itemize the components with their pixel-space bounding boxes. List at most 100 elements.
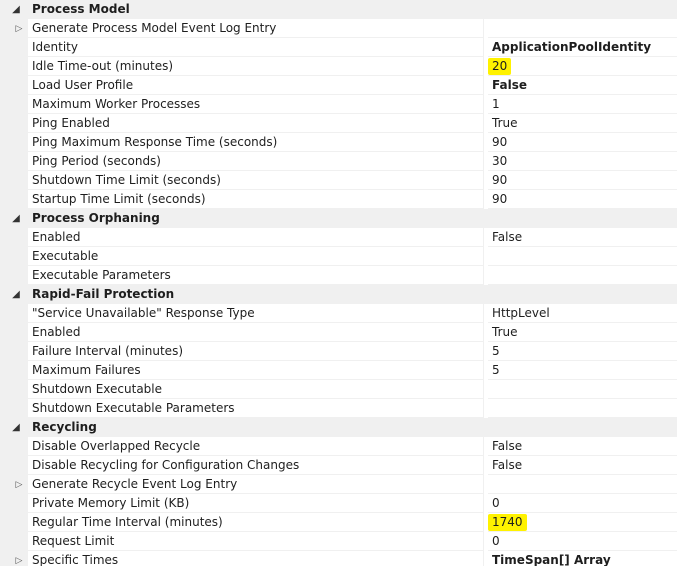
property-value[interactable]: 5 (488, 342, 677, 361)
property-name: Shutdown Executable Parameters (28, 399, 484, 418)
row-gutter (0, 323, 28, 342)
property-value[interactable]: False (488, 437, 677, 456)
row-gutter (0, 152, 28, 171)
property-name: Generate Process Model Event Log Entry (28, 19, 484, 38)
property-value[interactable]: 90 (488, 190, 677, 209)
property-value[interactable] (488, 247, 677, 266)
property-name: Disable Overlapped Recycle (28, 437, 484, 456)
property-name: Maximum Failures (28, 361, 484, 380)
property-value[interactable] (488, 266, 677, 285)
expand-triangle-icon[interactable]: ▷ (13, 475, 25, 494)
property-row-executable[interactable]: Executable (0, 247, 677, 266)
property-row-ping-period-seconds[interactable]: Ping Period (seconds) 30 (0, 152, 677, 171)
property-row-failure-interval-minutes[interactable]: Failure Interval (minutes) 5 (0, 342, 677, 361)
property-name: Generate Recycle Event Log Entry (28, 475, 484, 494)
row-gutter (0, 76, 28, 95)
property-name: Disable Recycling for Configuration Chan… (28, 456, 484, 475)
property-name: Specific Times (28, 551, 484, 566)
property-value[interactable]: 0 (488, 532, 677, 551)
row-gutter (0, 190, 28, 209)
category-header-process-orphaning[interactable]: ◢ Process Orphaning (0, 209, 677, 228)
property-value[interactable]: 90 (488, 171, 677, 190)
property-row-ping-maximum-response-time-seconds[interactable]: Ping Maximum Response Time (seconds) 90 (0, 133, 677, 152)
row-gutter (0, 266, 28, 285)
property-value[interactable]: False (488, 76, 677, 95)
category-title: Rapid-Fail Protection (32, 287, 175, 301)
property-row-generate-process-model-event-log-entry[interactable]: ▷ Generate Process Model Event Log Entry (0, 19, 677, 38)
property-value[interactable]: True (488, 114, 677, 133)
property-name: Maximum Worker Processes (28, 95, 484, 114)
property-value[interactable]: ApplicationPoolIdentity (488, 38, 677, 57)
property-row-shutdown-time-limit-seconds[interactable]: Shutdown Time Limit (seconds) 90 (0, 171, 677, 190)
property-value[interactable]: HttpLevel (488, 304, 677, 323)
row-gutter (0, 95, 28, 114)
property-row-regular-time-interval-minutes[interactable]: Regular Time Interval (minutes) 1740 (0, 513, 677, 532)
row-gutter (0, 133, 28, 152)
property-row-ping-enabled[interactable]: Ping Enabled True (0, 114, 677, 133)
category-title: Recycling (32, 420, 97, 434)
row-gutter (0, 437, 28, 456)
property-name: Request Limit (28, 532, 484, 551)
expand-triangle-icon[interactable]: ▷ (13, 551, 25, 566)
collapse-triangle-icon[interactable]: ◢ (10, 285, 22, 304)
category-header-rapid-fail-protection[interactable]: ◢ Rapid-Fail Protection (0, 285, 677, 304)
row-gutter (0, 38, 28, 57)
property-grid: ◢ Process Model ▷ Generate Process Model Ev… (0, 0, 677, 566)
property-name: Shutdown Executable (28, 380, 484, 399)
property-row-specific-times[interactable]: ▷ Specific Times TimeSpan[] Array (0, 551, 677, 566)
property-row-private-memory-limit-kb[interactable]: Private Memory Limit (KB) 0 (0, 494, 677, 513)
property-row-maximum-failures[interactable]: Maximum Failures 5 (0, 361, 677, 380)
property-name: Startup Time Limit (seconds) (28, 190, 484, 209)
property-row-disable-overlapped-recycle[interactable]: Disable Overlapped Recycle False (0, 437, 677, 456)
property-row-identity[interactable]: Identity ApplicationPoolIdentity (0, 38, 677, 57)
property-value[interactable] (488, 380, 677, 399)
property-value[interactable]: False (488, 228, 677, 247)
property-row-maximum-worker-processes[interactable]: Maximum Worker Processes 1 (0, 95, 677, 114)
property-value[interactable]: 30 (488, 152, 677, 171)
property-row-disable-recycling-for-configuration-changes[interactable]: Disable Recycling for Configuration Chan… (0, 456, 677, 475)
row-gutter (0, 57, 28, 76)
category-title: Process Model (32, 2, 130, 16)
expand-triangle-icon[interactable]: ▷ (13, 19, 25, 38)
property-row-enabled[interactable]: Enabled False (0, 228, 677, 247)
property-value[interactable]: 90 (488, 133, 677, 152)
property-value[interactable]: 5 (488, 361, 677, 380)
property-row-load-user-profile[interactable]: Load User Profile False (0, 76, 677, 95)
property-value[interactable] (488, 399, 677, 418)
property-row-idle-time-out-minutes[interactable]: Idle Time-out (minutes) 20 (0, 57, 677, 76)
highlighted-value: 1740 (488, 514, 527, 531)
property-row-request-limit[interactable]: Request Limit 0 (0, 532, 677, 551)
property-value[interactable]: 0 (488, 494, 677, 513)
category-title: Process Orphaning (32, 211, 160, 225)
property-value[interactable] (488, 475, 677, 494)
property-value[interactable] (488, 19, 677, 38)
property-value[interactable]: False (488, 456, 677, 475)
property-row-shutdown-executable[interactable]: Shutdown Executable (0, 380, 677, 399)
property-name: Idle Time-out (minutes) (28, 57, 484, 76)
row-gutter (0, 342, 28, 361)
property-value[interactable]: 1740 (488, 513, 677, 532)
property-name: Failure Interval (minutes) (28, 342, 484, 361)
collapse-triangle-icon[interactable]: ◢ (10, 0, 22, 19)
collapse-triangle-icon[interactable]: ◢ (10, 209, 22, 228)
property-row-service-unavailable-response-type[interactable]: "Service Unavailable" Response Type HttpL… (0, 304, 677, 323)
property-row-shutdown-executable-parameters[interactable]: Shutdown Executable Parameters (0, 399, 677, 418)
property-value[interactable]: 20 (488, 57, 677, 76)
property-row-generate-recycle-event-log-entry[interactable]: ▷ Generate Recycle Event Log Entry (0, 475, 677, 494)
property-value[interactable]: True (488, 323, 677, 342)
property-name: Executable Parameters (28, 266, 484, 285)
category-header-process-model[interactable]: ◢ Process Model (0, 0, 677, 19)
property-row-enabled[interactable]: Enabled True (0, 323, 677, 342)
property-name: Ping Enabled (28, 114, 484, 133)
row-gutter (0, 114, 28, 133)
property-name: Enabled (28, 323, 484, 342)
property-row-executable-parameters[interactable]: Executable Parameters (0, 266, 677, 285)
property-name: "Service Unavailable" Response Type (28, 304, 484, 323)
property-row-startup-time-limit-seconds[interactable]: Startup Time Limit (seconds) 90 (0, 190, 677, 209)
collapse-triangle-icon[interactable]: ◢ (10, 418, 22, 437)
row-gutter (0, 532, 28, 551)
property-value[interactable]: 1 (488, 95, 677, 114)
property-value[interactable]: TimeSpan[] Array (488, 551, 677, 566)
category-header-recycling[interactable]: ◢ Recycling (0, 418, 677, 437)
highlighted-value: 20 (488, 58, 512, 75)
